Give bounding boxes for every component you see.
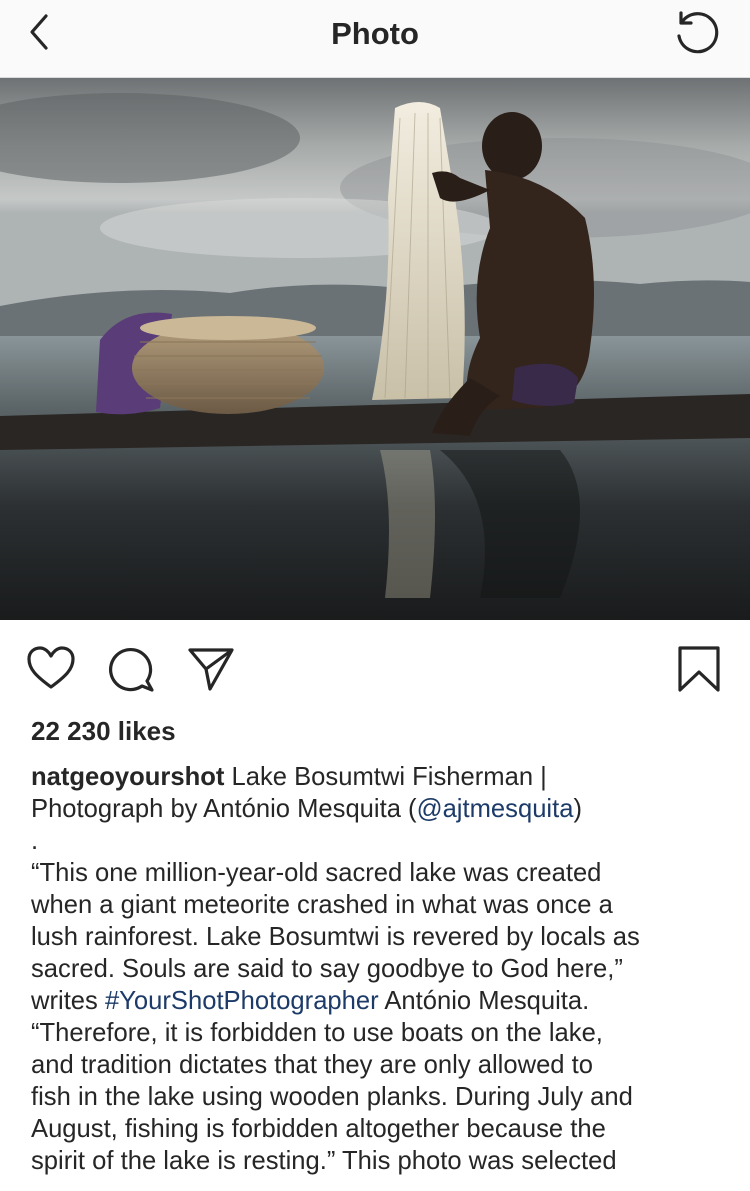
caption-line: “Therefore, it is forbidden to use boats… — [31, 1019, 603, 1047]
caption-text: ) — [573, 795, 582, 823]
fisherman-with-net-photo — [0, 78, 750, 620]
caption-line: natgeoyourshot Lake Bosumtwi Fisherman | — [31, 761, 731, 793]
comment-icon — [109, 648, 154, 692]
hashtag-link[interactable]: #YourShotPhotographer — [105, 987, 379, 1015]
post-action-bar — [0, 620, 750, 716]
comment-button[interactable] — [106, 644, 156, 694]
save-button[interactable] — [674, 644, 724, 694]
caption-line: fish in the lake using wooden planks. Du… — [31, 1083, 633, 1111]
caption-line: “This one million-year-old sacred lake w… — [31, 859, 602, 887]
send-icon — [188, 648, 234, 691]
caption-line: spirit of the lake is resting.” This pho… — [31, 1147, 617, 1175]
caption-line: when a giant meteorite crashed in what w… — [31, 891, 613, 919]
caption-line: . — [31, 827, 39, 855]
caption-text: Lake Bosumtwi Fisherman | — [224, 763, 547, 791]
caption-line: sacred. Souls are said to say goodbye to… — [31, 955, 623, 983]
refresh-icon — [677, 11, 719, 54]
like-button[interactable] — [26, 644, 76, 694]
caption-line: writes #YourShotPhotographer António Mes… — [31, 985, 731, 1017]
top-nav-bar: Photo — [0, 0, 750, 78]
post-username[interactable]: natgeoyourshot — [31, 763, 224, 791]
page-title: Photo — [331, 16, 419, 51]
caption-text: Photograph by António Mesquita ( — [31, 795, 417, 823]
caption-line: and tradition dictates that they are onl… — [31, 1051, 593, 1079]
post-caption: natgeoyourshot Lake Bosumtwi Fisherman |… — [31, 761, 731, 1177]
heart-icon — [27, 646, 75, 689]
bookmark-icon — [678, 646, 720, 692]
caption-line: lush rainforest. Lake Bosumtwi is revere… — [31, 923, 640, 951]
caption-text: António Mesquita. — [378, 987, 590, 1015]
refresh-button[interactable] — [672, 8, 722, 56]
caption-line: Photograph by António Mesquita (@ajtmesq… — [31, 793, 731, 825]
post-photo[interactable] — [0, 78, 750, 620]
caption-line: August, fishing is forbidden altogether … — [31, 1115, 606, 1143]
mention-link[interactable]: @ajtmesquita — [417, 795, 574, 823]
share-button[interactable] — [186, 644, 236, 694]
caption-text: writes — [31, 987, 105, 1015]
like-count[interactable]: 22 230 likes — [31, 716, 176, 747]
